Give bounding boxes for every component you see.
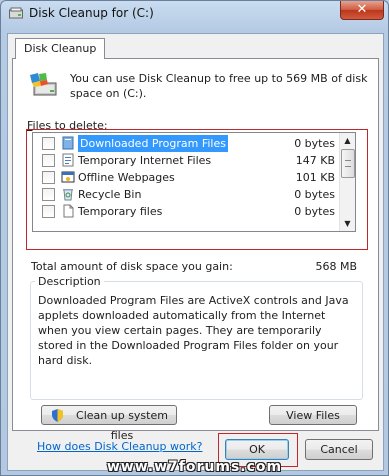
list-item[interactable]: Recycle Bin 0 bytes: [33, 186, 341, 203]
checkbox[interactable]: [42, 137, 55, 150]
list-item[interactable]: Temporary Internet Files 147 KB: [33, 152, 341, 169]
item-name: Downloaded Program Files: [78, 135, 228, 152]
watermark-text: www.w7forums.com: [106, 459, 283, 475]
checkbox[interactable]: [42, 205, 55, 218]
item-size: 0 bytes: [294, 188, 335, 201]
item-size: 0 bytes: [294, 205, 335, 218]
intro-text: You can use Disk Cleanup to free up to 5…: [70, 72, 368, 100]
title-bar[interactable]: Disk Cleanup for (C:) ✕: [1, 1, 388, 27]
close-icon: ✕: [356, 2, 368, 17]
scroll-up-icon[interactable]: ▲: [340, 133, 355, 148]
list-item[interactable]: Downloaded Program Files 0 bytes: [33, 135, 341, 152]
view-files-button[interactable]: View Files: [269, 405, 357, 425]
cancel-button[interactable]: Cancel: [305, 439, 373, 460]
total-space-value: 568 MB: [315, 260, 357, 273]
item-name: Temporary files: [78, 205, 163, 218]
ok-button[interactable]: OK: [225, 439, 289, 460]
close-button[interactable]: ✕: [340, 1, 384, 20]
item-size: 0 bytes: [294, 137, 335, 150]
list-scrollbar[interactable]: ▲ ▼: [339, 133, 355, 231]
tab-panel: You can use Disk Cleanup to free up to 5…: [12, 58, 379, 442]
tab-disk-cleanup[interactable]: Disk Cleanup: [15, 38, 106, 59]
checkbox[interactable]: [42, 154, 55, 167]
scroll-thumb[interactable]: [341, 149, 355, 178]
item-size: 101 KB: [295, 171, 335, 184]
window-title: Disk Cleanup for (C:): [29, 6, 154, 20]
list-item[interactable]: Offline Webpages 101 KB: [33, 169, 341, 186]
how-does-disk-cleanup-work-link[interactable]: How does Disk Cleanup work?: [37, 440, 202, 453]
recycle-bin-icon: [63, 189, 73, 201]
files-to-delete-list[interactable]: Downloaded Program Files 0 bytes Tempora…: [32, 132, 356, 232]
scroll-down-icon[interactable]: ▼: [340, 216, 355, 231]
checkbox[interactable]: [42, 171, 55, 184]
item-name: Offline Webpages: [78, 171, 175, 184]
dialog-body: Disk Cleanup You can use Disk Cleanup to…: [7, 33, 384, 471]
disk-cleanup-window: Disk Cleanup for (C:) ✕ Disk Cleanup You…: [0, 0, 389, 476]
disk-cleanup-app-icon: [9, 7, 23, 19]
document-icon: [62, 153, 74, 167]
folder-icon: [62, 136, 74, 150]
checkbox[interactable]: [42, 188, 55, 201]
watermark: www.w7forums.com: [0, 458, 389, 476]
item-size: 147 KB: [295, 154, 335, 167]
description-text: Downloaded Program Files are ActiveX con…: [38, 294, 349, 367]
disk-cleanup-icon: [30, 73, 57, 96]
item-name: Temporary Internet Files: [78, 154, 212, 167]
list-item[interactable]: Temporary files 0 bytes: [33, 203, 341, 220]
blank-file-icon: [63, 204, 74, 218]
webpage-icon: [61, 171, 75, 183]
item-name: Recycle Bin: [78, 188, 142, 201]
uac-shield-icon: [52, 409, 63, 422]
description-title: Description: [35, 275, 104, 288]
clean-up-system-files-button[interactable]: Clean up system files: [41, 405, 177, 442]
total-space-label: Total amount of disk space you gain:: [31, 260, 233, 273]
